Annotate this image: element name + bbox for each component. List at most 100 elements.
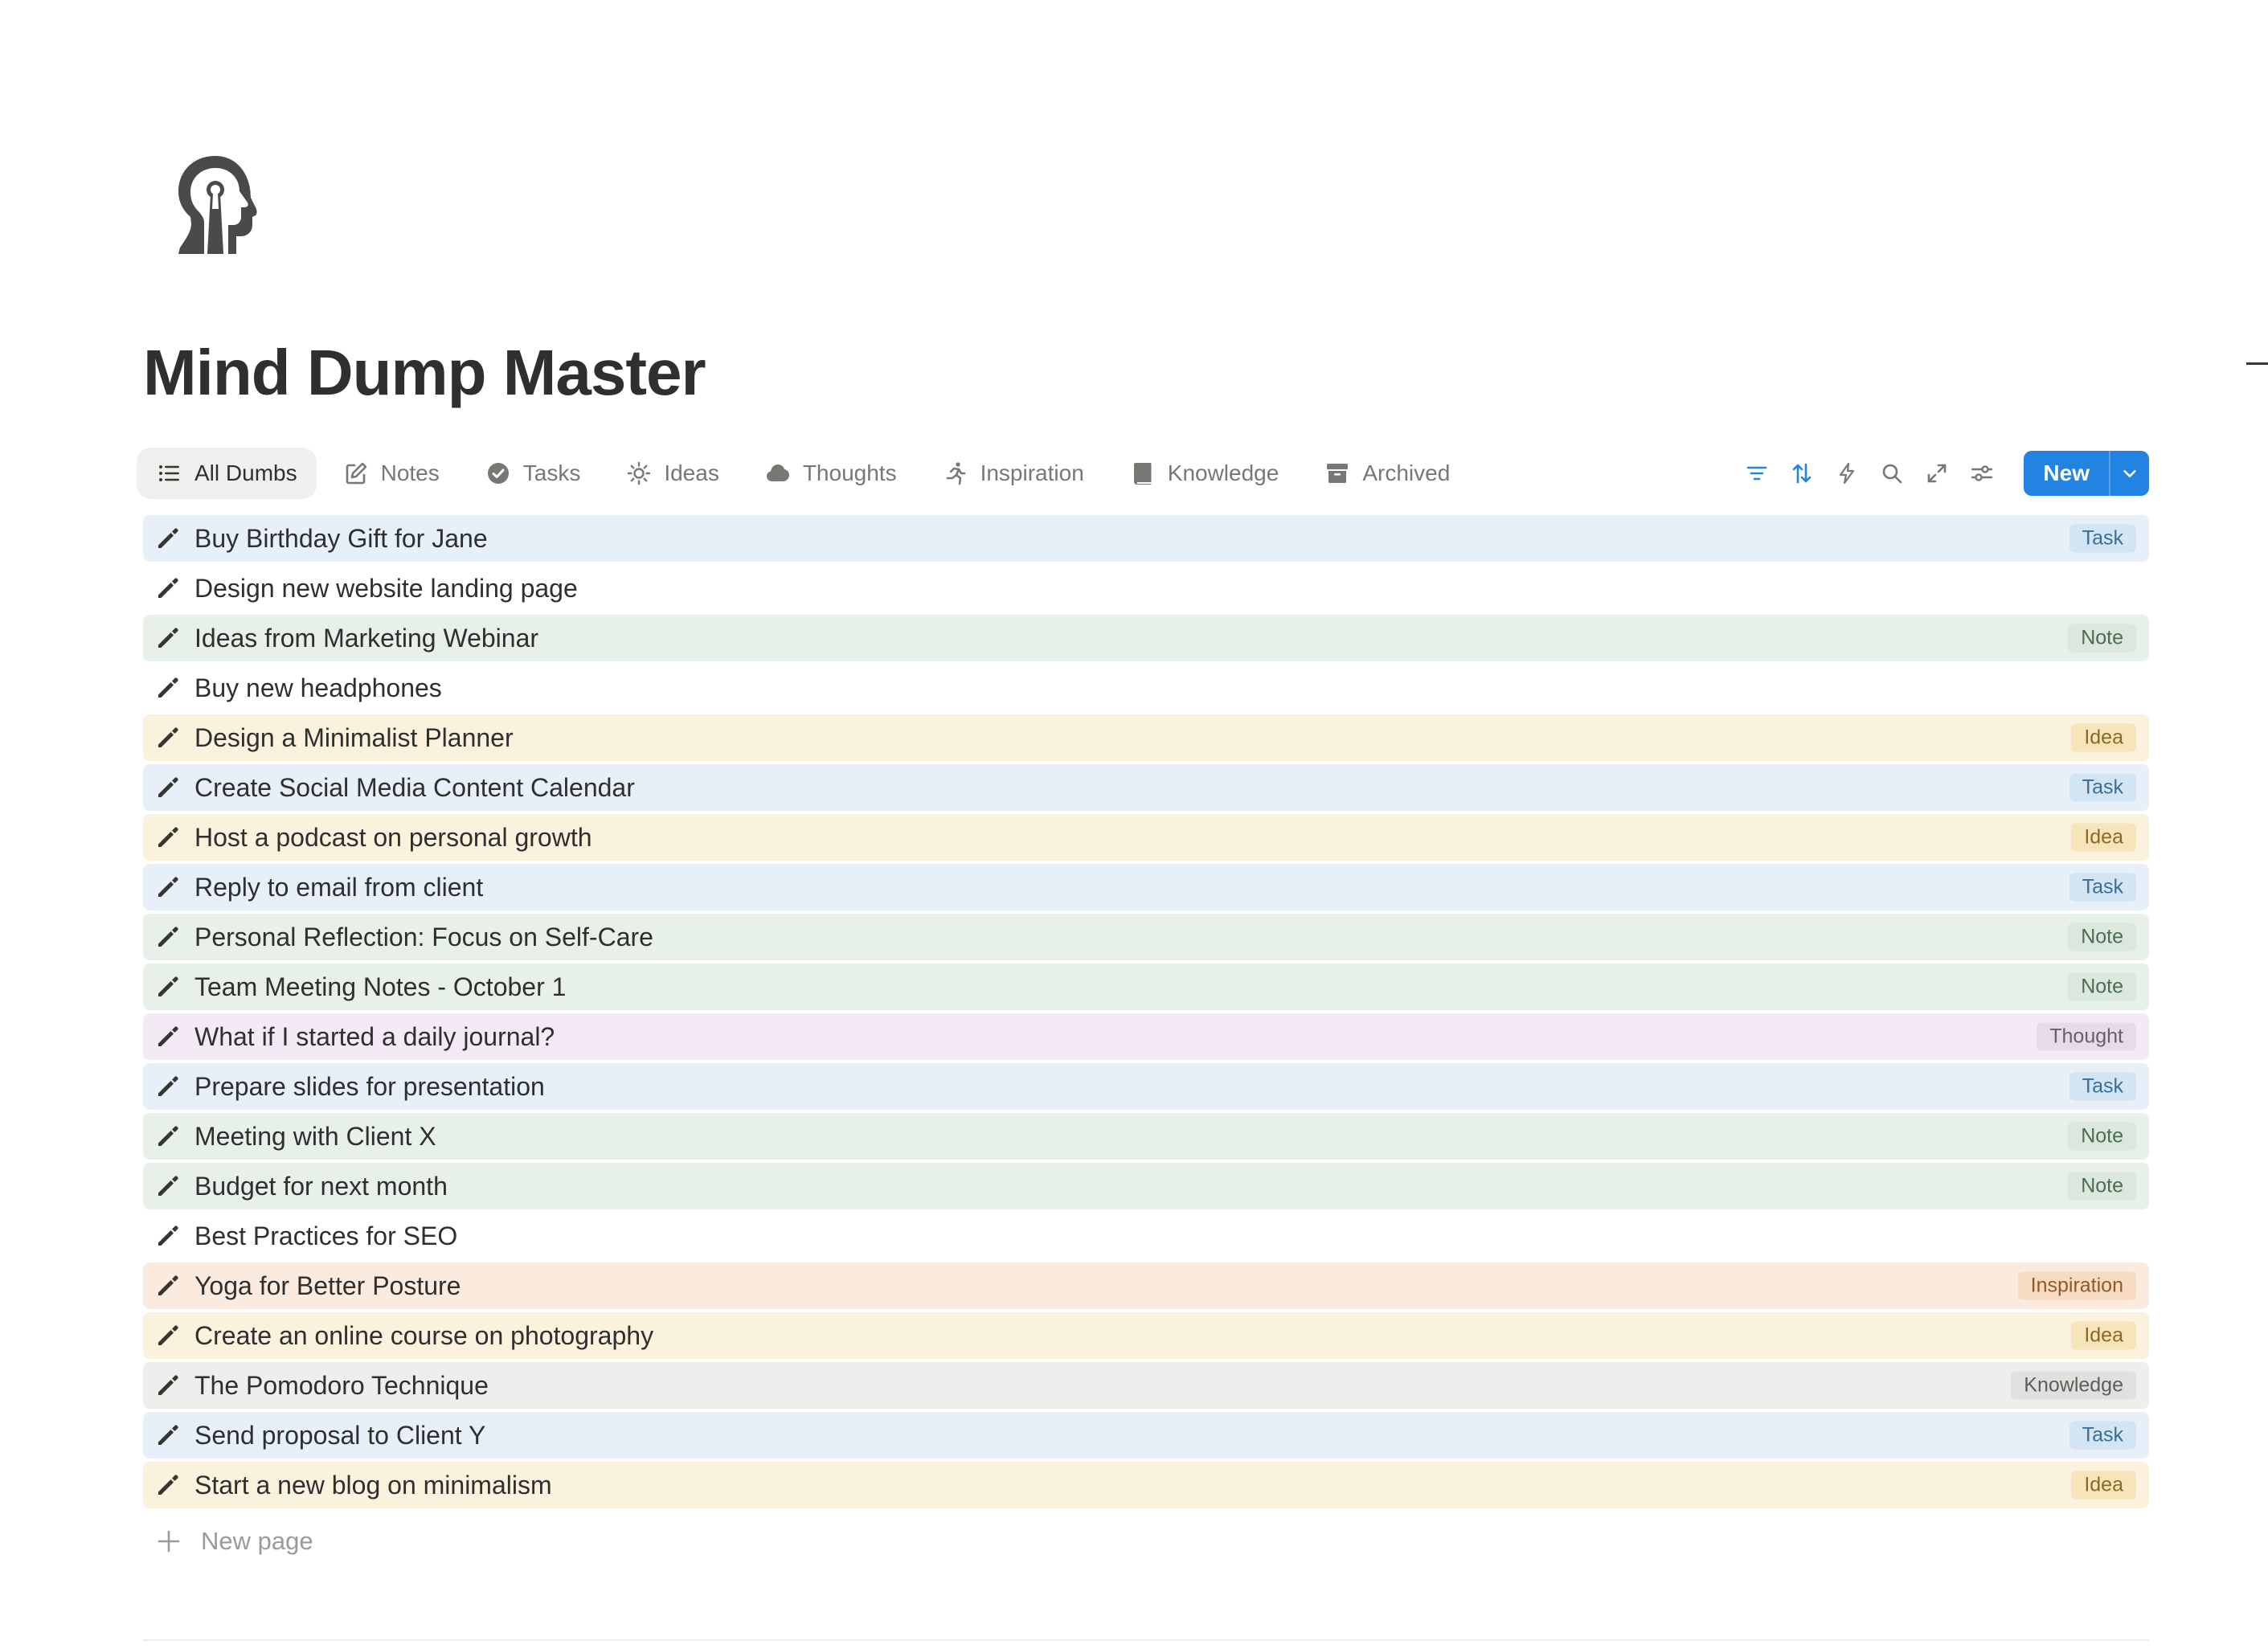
tab-label: Thoughts: [802, 460, 897, 485]
list-item-title: Meeting with Client X: [194, 1121, 436, 1151]
list-item[interactable]: Meeting with Client X Note: [143, 1113, 2149, 1160]
list-item[interactable]: Buy new headphones: [143, 665, 2149, 711]
search-icon[interactable]: [1869, 451, 1914, 496]
tab-label: Notes: [380, 460, 440, 485]
list-item-title: Buy Birthday Gift for Jane: [194, 523, 488, 553]
tab-knowledge[interactable]: Knowledge: [1110, 448, 1299, 499]
tab-all-dumbs[interactable]: All Dumbs: [137, 448, 317, 499]
tab-notes[interactable]: Notes: [323, 448, 459, 499]
list-item-title: Reply to email from client: [194, 872, 484, 902]
pencil-icon: [153, 722, 183, 753]
list-item[interactable]: Personal Reflection: Focus on Self-Care N…: [143, 914, 2149, 960]
tab-ideas[interactable]: Ideas: [606, 448, 739, 499]
sun-icon: [625, 460, 653, 487]
pencil-icon: [153, 922, 183, 952]
list-item[interactable]: Design a Minimalist Planner Idea: [143, 714, 2149, 761]
tab-tasks[interactable]: Tasks: [465, 448, 600, 499]
pencil-icon: [153, 772, 183, 803]
list-item[interactable]: Create an online course on photography Id…: [143, 1312, 2149, 1359]
sort-arrows-icon[interactable]: [1779, 451, 1824, 496]
type-tag: Idea: [2071, 823, 2136, 852]
type-tag: Task: [2069, 1421, 2136, 1450]
new-button-group: New: [2024, 451, 2149, 496]
list-item-title: The Pomodoro Technique: [194, 1370, 489, 1400]
lightning-icon[interactable]: [1824, 451, 1869, 496]
type-tag: Task: [2069, 524, 2136, 553]
sliders-icon[interactable]: [1959, 451, 2004, 496]
list-item-title: Design a Minimalist Planner: [194, 722, 514, 752]
pencil-icon: [153, 972, 183, 1002]
list-item[interactable]: Ideas from Marketing Webinar Note: [143, 615, 2149, 661]
pencil-icon: [153, 1121, 183, 1152]
list-item[interactable]: Start a new blog on minimalism Idea: [143, 1462, 2149, 1508]
list-item-title: Budget for next month: [194, 1171, 448, 1201]
list-item-title: Best Practices for SEO: [194, 1221, 458, 1250]
view-actions: New: [1734, 447, 2149, 500]
type-tag: Task: [2069, 873, 2136, 902]
dump-list: Buy Birthday Gift for Jane Task Design new…: [143, 515, 2149, 1512]
list-item[interactable]: What if I started a daily journal? Though…: [143, 1013, 2149, 1060]
type-tag: Note: [2068, 624, 2136, 653]
pencil-icon: [153, 1071, 183, 1102]
filter-icon[interactable]: [1734, 451, 1779, 496]
type-tag: Note: [2068, 923, 2136, 951]
head-with-keyhole-icon[interactable]: [169, 153, 257, 257]
tab-label: Ideas: [664, 460, 719, 485]
tab-inspiration[interactable]: Inspiration: [923, 448, 1103, 499]
type-tag: Note: [2068, 1172, 2136, 1201]
list-item-title: Send proposal to Client Y: [194, 1420, 486, 1450]
list-icon: [156, 460, 183, 487]
tab-label: Inspiration: [980, 460, 1084, 485]
page-title[interactable]: Mind Dump Master: [143, 336, 706, 410]
plus-icon: [153, 1525, 185, 1557]
list-item[interactable]: Buy Birthday Gift for Jane Task: [143, 515, 2149, 562]
list-item[interactable]: Best Practices for SEO: [143, 1213, 2149, 1259]
type-tag: Idea: [2071, 1321, 2136, 1350]
list-item[interactable]: Design new website landing page: [143, 565, 2149, 612]
type-tag: Task: [2069, 773, 2136, 802]
tab-label: Archived: [1362, 460, 1451, 485]
list-item[interactable]: Send proposal to Client Y Task: [143, 1412, 2149, 1459]
pencil-icon: [153, 623, 183, 653]
new-page-button[interactable]: New page: [153, 1519, 313, 1564]
list-item[interactable]: Team Meeting Notes - October 1 Note: [143, 964, 2149, 1010]
view-tabs: All Dumbs Notes Tasks Ideas Thoughts Ins…: [137, 447, 1476, 500]
tab-archived[interactable]: Archived: [1304, 448, 1469, 499]
new-page-label: New page: [201, 1527, 313, 1555]
type-tag: Inspiration: [2017, 1271, 2136, 1300]
list-item-title: Create an online course on photography: [194, 1320, 654, 1350]
pencil-icon: [153, 822, 183, 853]
list-item-title: Buy new headphones: [194, 673, 442, 702]
list-item-title: What if I started a daily journal?: [194, 1021, 555, 1051]
tab-label: Tasks: [522, 460, 581, 485]
edit-note-icon: [342, 460, 370, 487]
check-circle-icon: [485, 460, 512, 487]
list-item-title: Ideas from Marketing Webinar: [194, 623, 539, 653]
list-item-title: Yoga for Better Posture: [194, 1271, 461, 1300]
type-tag: Knowledge: [2011, 1371, 2136, 1400]
list-item-title: Host a podcast on personal growth: [194, 822, 592, 852]
list-item[interactable]: Host a podcast on personal growth Idea: [143, 814, 2149, 861]
type-tag: Idea: [2071, 723, 2136, 752]
list-item[interactable]: Yoga for Better Posture Inspiration: [143, 1262, 2149, 1309]
tab-thoughts[interactable]: Thoughts: [745, 448, 916, 499]
list-item[interactable]: Budget for next month Note: [143, 1163, 2149, 1209]
sidebar-edge-handle[interactable]: [2246, 362, 2268, 365]
pencil-icon: [153, 1271, 183, 1301]
pencil-icon: [153, 1470, 183, 1500]
list-item[interactable]: Reply to email from client Task: [143, 864, 2149, 910]
pencil-icon: [153, 573, 183, 604]
expand-arrows-icon[interactable]: [1914, 451, 1959, 496]
list-item[interactable]: The Pomodoro Technique Knowledge: [143, 1362, 2149, 1409]
divider: [143, 1639, 2149, 1641]
list-item[interactable]: Create Social Media Content Calendar Task: [143, 764, 2149, 811]
list-item-title: Team Meeting Notes - October 1: [194, 972, 567, 1001]
archive-box-icon: [1324, 460, 1351, 487]
list-item[interactable]: Prepare slides for presentation Task: [143, 1063, 2149, 1110]
new-button[interactable]: New: [2024, 451, 2109, 496]
chevron-down-icon[interactable]: [2110, 451, 2149, 496]
pencil-icon: [153, 1171, 183, 1201]
tab-label: Knowledge: [1167, 460, 1279, 485]
pencil-icon: [153, 1320, 183, 1351]
list-item-title: Create Social Media Content Calendar: [194, 772, 635, 802]
